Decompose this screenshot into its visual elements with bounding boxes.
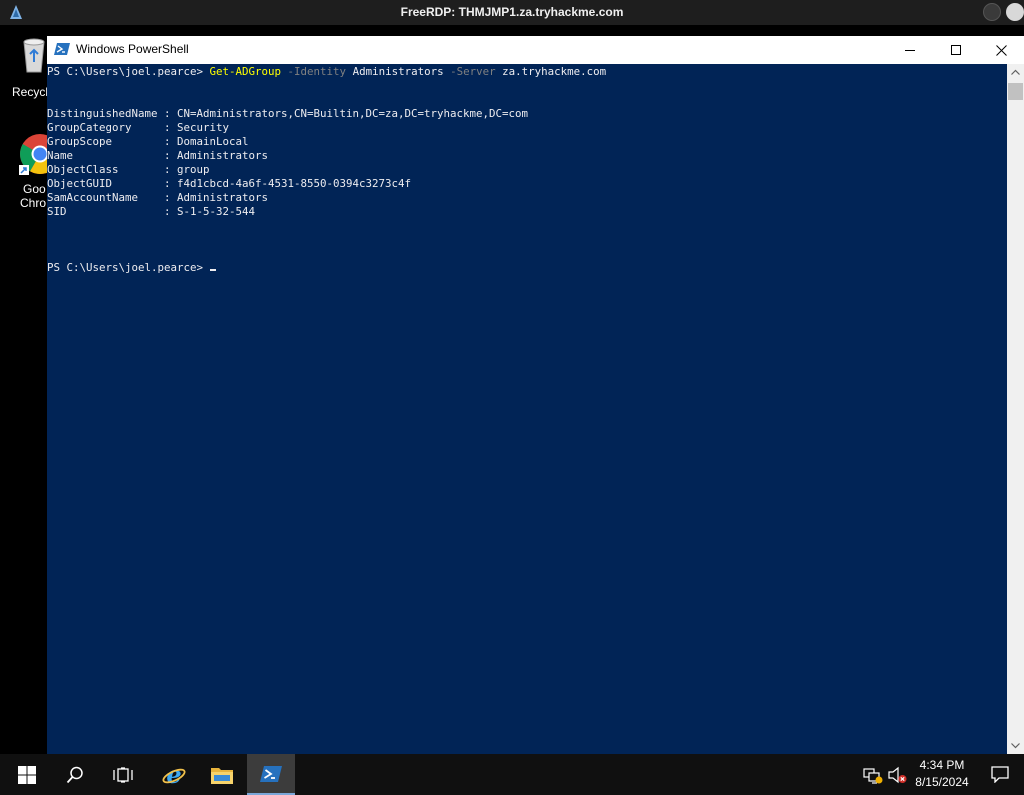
volume-muted-icon — [888, 766, 907, 783]
search-icon — [66, 766, 83, 783]
console-value: Administrators — [352, 65, 444, 78]
network-icon — [863, 767, 883, 784]
maximize-icon — [951, 45, 961, 55]
console-cmdlet: Get-ADGroup — [209, 65, 282, 78]
output-value: Security — [177, 121, 230, 134]
output-line: GroupCategory : Security — [47, 121, 230, 134]
output-key: Name — [47, 149, 158, 162]
console-text: PS C:\Users\joel.pearce> Get-ADGroup -Id… — [47, 64, 1007, 275]
text-cursor — [209, 269, 216, 271]
close-button[interactable] — [978, 36, 1024, 64]
rdp-close-button[interactable] — [1006, 3, 1024, 21]
output-key: SID — [47, 205, 158, 218]
scroll-up-button[interactable] — [1007, 64, 1024, 81]
desktop-icon-label-line2: Chro — [20, 196, 47, 210]
console-param: -Server — [450, 65, 496, 78]
vertical-scrollbar[interactable] — [1007, 64, 1024, 754]
desktop-icon-recycle-bin[interactable]: Recycl — [0, 34, 47, 102]
console-prompt: PS C:\Users\joel.pearce> — [47, 65, 210, 78]
output-line: SID : S-1-5-32-544 — [47, 205, 256, 218]
output-key: DistinguishedName — [47, 107, 158, 120]
taskbar-powershell-button[interactable] — [247, 754, 295, 795]
clock-date: 8/15/2024 — [915, 775, 969, 789]
window-title: Windows PowerShell — [76, 42, 189, 56]
maximize-button[interactable] — [933, 36, 979, 64]
output-key: GroupCategory — [47, 121, 158, 134]
clock-time: 4:34 PM — [919, 758, 965, 772]
google-chrome-icon — [19, 134, 47, 175]
scrollbar-thumb[interactable] — [1008, 83, 1023, 100]
powershell-window: Windows PowerShell PS C:\Users\joel.pear… — [47, 36, 1024, 754]
task-view-button[interactable] — [99, 754, 147, 795]
output-line: GroupScope : DomainLocal — [47, 135, 249, 148]
notification-icon — [991, 766, 1009, 783]
console-prompt: PS C:\Users\joel.pearce> — [47, 261, 210, 274]
rdp-title-bar: FreeRDP: THMJMP1.za.tryhackme.com — [0, 0, 1024, 25]
output-key: SamAccountName — [47, 191, 158, 204]
output-value: f4d1cbcd-4a6f-4531-8550-0394c3273c4f — [177, 177, 412, 190]
rdp-title: FreeRDP: THMJMP1.za.tryhackme.com — [400, 5, 624, 19]
chevron-down-icon — [1011, 743, 1020, 749]
output-value: CN=Administrators,CN=Builtin,DC=za,DC=tr… — [177, 107, 529, 120]
taskbar-clock[interactable]: 4:34 PM 8/15/2024 — [905, 757, 979, 791]
start-icon — [18, 765, 36, 784]
start-button[interactable] — [3, 754, 51, 795]
output-line: ObjectClass : group — [47, 163, 210, 176]
desktop-icon-label: Recycl — [12, 85, 47, 99]
desktop-icon-chrome[interactable]: Goo Chro — [0, 131, 47, 217]
output-value: Administrators — [177, 149, 269, 162]
output-value: Administrators — [177, 191, 269, 204]
file-explorer-icon — [211, 767, 233, 784]
network-tray-button[interactable] — [862, 754, 884, 795]
scroll-down-button[interactable] — [1007, 737, 1024, 754]
output-key: ObjectGUID — [47, 177, 158, 190]
output-key: ObjectClass — [47, 163, 158, 176]
output-value: DomainLocal — [177, 135, 249, 148]
window-title-bar[interactable]: Windows PowerShell — [47, 36, 1024, 64]
console-area[interactable]: PS C:\Users\joel.pearce> Get-ADGroup -Id… — [47, 64, 1007, 754]
output-value: S-1-5-32-544 — [177, 205, 256, 218]
close-icon — [995, 44, 1007, 56]
chevron-up-icon — [1011, 69, 1020, 75]
output-line: DistinguishedName : CN=Administrators,CN… — [47, 107, 529, 120]
console-value: za.tryhackme.com — [502, 65, 607, 78]
action-center-button[interactable] — [976, 754, 1024, 795]
minimize-button[interactable] — [887, 36, 933, 64]
internet-explorer-button[interactable]: e — [150, 754, 198, 795]
internet-explorer-icon: e — [162, 763, 186, 787]
output-line: Name : Administrators — [47, 149, 269, 162]
powershell-icon — [54, 43, 70, 55]
minimize-icon — [905, 50, 915, 51]
rdp-minimize-button[interactable] — [983, 3, 1001, 21]
output-key: GroupScope — [47, 135, 158, 148]
search-button[interactable] — [51, 754, 99, 795]
recycle-bin-icon — [23, 38, 45, 73]
output-line: SamAccountName : Administrators — [47, 191, 269, 204]
task-view-icon — [113, 766, 133, 783]
output-value: group — [177, 163, 210, 176]
console-param: -Identity — [287, 65, 347, 78]
taskbar: e 4:34 PM 8/15/2024 — [0, 754, 1024, 795]
svg-text:e: e — [166, 763, 181, 787]
output-line: ObjectGUID : f4d1cbcd-4a6f-4531-8550-039… — [47, 177, 412, 190]
file-explorer-button[interactable] — [198, 754, 246, 795]
desktop-icon-label-line1: Goo — [23, 182, 46, 196]
powershell-icon — [260, 765, 282, 782]
